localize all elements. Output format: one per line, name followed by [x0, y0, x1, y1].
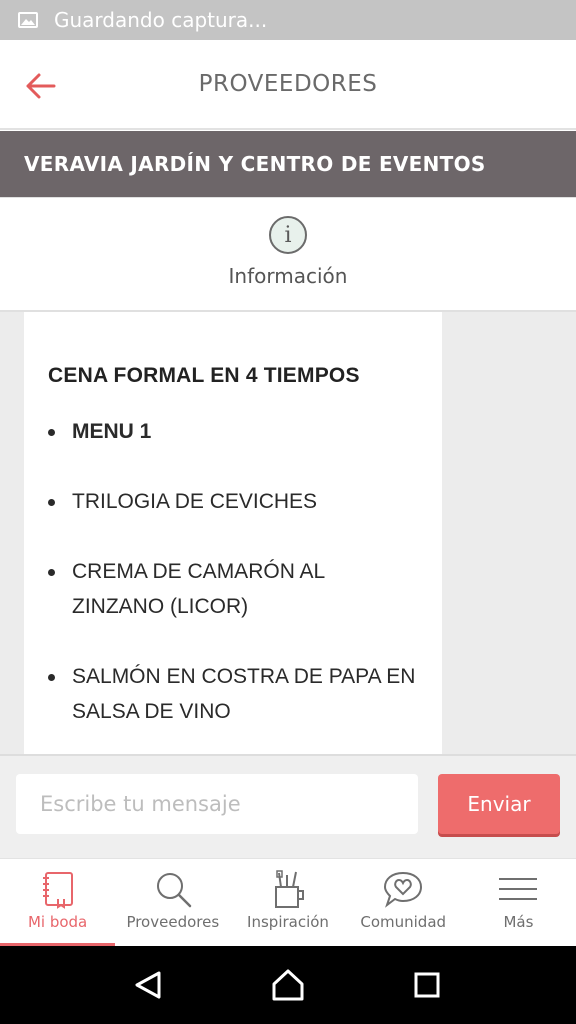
triangle-back-icon [135, 971, 161, 999]
message-input[interactable] [16, 774, 418, 834]
bottom-nav: Mi boda Proveedores Inspiración Comunida… [0, 858, 576, 946]
nav-label: Más [503, 913, 534, 931]
nav-item-mas[interactable]: Más [461, 859, 576, 946]
back-button[interactable] [22, 68, 58, 104]
content-area[interactable]: CENA FORMAL EN 4 TIEMPOS MENU 1 TRILOGIA… [0, 312, 576, 754]
list-item: MENU 1 [48, 414, 418, 449]
search-icon [156, 873, 192, 908]
vendor-bar: VERAVIA JARDÍN Y CENTRO DE EVENTOS [0, 131, 576, 197]
status-bar: Guardando captura... [0, 0, 576, 40]
nav-item-mi-boda[interactable]: Mi boda [0, 859, 116, 946]
nav-label: Proveedores [126, 913, 220, 931]
home-icon [272, 969, 304, 1001]
image-icon [18, 12, 38, 28]
arrow-left-icon [26, 73, 56, 99]
app-bar: PROVEEDORES [0, 40, 576, 130]
nav-label: Mi boda [27, 913, 88, 931]
message-bar: Enviar [0, 754, 576, 858]
info-tab[interactable]: i Información [0, 197, 576, 312]
notebook-icon [42, 872, 73, 909]
system-nav-bar [0, 946, 576, 1024]
chat-heart-icon [384, 871, 423, 908]
info-icon: i [269, 216, 307, 254]
nav-item-inspiracion[interactable]: Inspiración [230, 859, 345, 946]
brushes-icon [275, 870, 304, 908]
vendor-name: VERAVIA JARDÍN Y CENTRO DE EVENTOS [24, 152, 486, 176]
list-item: TRILOGIA DE CEVICHES [48, 484, 418, 519]
list-item: SALMÓN EN COSTRA DE PAPA EN SALSA DE VIN… [48, 659, 418, 729]
status-text: Guardando captura... [54, 8, 268, 32]
square-recents-icon [414, 972, 440, 998]
home-nav-button[interactable] [258, 955, 318, 1015]
menu-icon [499, 878, 538, 900]
nav-item-comunidad[interactable]: Comunidad [346, 859, 461, 946]
card-heading: CENA FORMAL EN 4 TIEMPOS [48, 364, 360, 387]
menu-card: CENA FORMAL EN 4 TIEMPOS MENU 1 TRILOGIA… [24, 312, 442, 754]
recents-nav-button[interactable] [397, 955, 457, 1015]
info-label: Información [228, 264, 348, 288]
nav-label: Inspiración [247, 913, 329, 931]
back-nav-button[interactable] [119, 955, 179, 1015]
page-title: PROVEEDORES [198, 71, 378, 97]
nav-item-proveedores[interactable]: Proveedores [115, 859, 230, 946]
nav-label: Comunidad [360, 913, 447, 931]
list-item: CREMA DE CAMARÓN AL ZINZANO (LICOR) [48, 554, 418, 624]
menu-list: MENU 1 TRILOGIA DE CEVICHES CREMA DE CAM… [48, 414, 418, 729]
send-button[interactable]: Enviar [438, 774, 560, 834]
